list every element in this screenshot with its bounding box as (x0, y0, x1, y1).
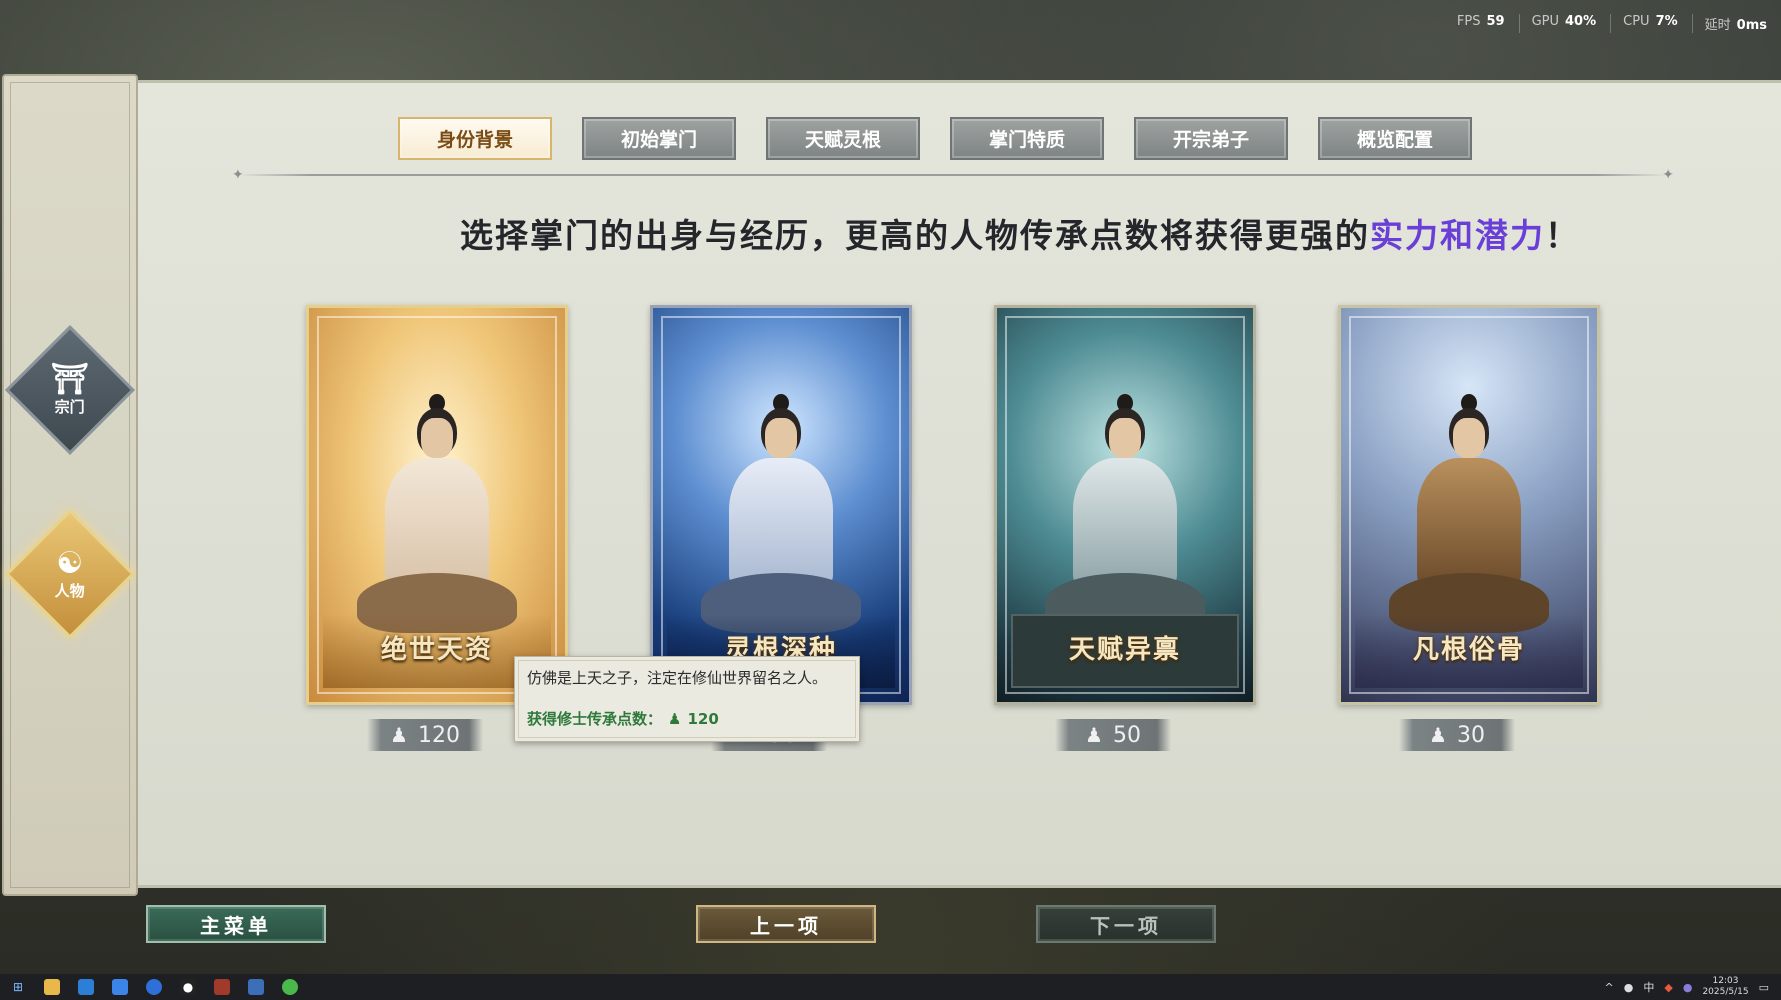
rail-button-character[interactable]: ☯ 人物 (4, 508, 136, 640)
card-points-1: ♟ 120 (367, 719, 483, 751)
document-icon[interactable] (248, 979, 264, 995)
fps-readout: FPS 59 (1456, 14, 1505, 29)
divider-ornament-left: ✦ (232, 167, 244, 183)
headline-suffix: ！ (1545, 216, 1580, 255)
tooltip-description: 仿佛是上天之子，注定在修仙世界留名之人。 (527, 669, 828, 687)
card-tooltip: 仿佛是上天之子，注定在修仙世界留名之人。 获得修士传承点数： ♟ 120 (514, 656, 860, 742)
chevron-up-icon[interactable]: ^ (1605, 981, 1614, 994)
notification-icon[interactable]: ▭ (1759, 981, 1769, 994)
card-points-4: ♟ 30 (1399, 719, 1515, 751)
tab-leader-traits[interactable]: 掌门特质 (950, 117, 1104, 160)
store-icon[interactable] (78, 979, 94, 995)
background-card-4[interactable]: 凡根俗骨 (1338, 305, 1600, 705)
headline-text: 选择掌门的出身与经历，更高的人物传承点数将获得更强的 (460, 216, 1370, 255)
tab-bar: 身份背景 初始掌门 天赋灵根 掌门特质 开宗弟子 概览配置 (398, 117, 1472, 160)
inheritance-points-icon: ♟ (1085, 723, 1103, 747)
person-icon: ☯ (56, 545, 84, 581)
security-tray-icon[interactable]: ◆ (1664, 981, 1672, 994)
main-menu-button[interactable]: 主菜单 (146, 905, 326, 943)
clock-date: 2025/5/15 (1702, 987, 1749, 997)
cpu-readout: CPU 7% (1610, 14, 1678, 33)
input-method-indicator[interactable]: 中 (1643, 979, 1654, 995)
system-clock[interactable]: 12:03 2025/5/15 (1702, 976, 1748, 998)
previous-button[interactable]: 上一项 (696, 905, 876, 943)
rail-button-sect[interactable]: ⛩ 宗门 (4, 324, 136, 456)
inheritance-points-icon: ♟ (668, 709, 682, 728)
next-button[interactable]: 下一项 (1036, 905, 1216, 943)
latency-readout: 延时 0ms (1691, 14, 1767, 33)
tooltip-points-value: 120 (687, 709, 719, 728)
tab-overview-config[interactable]: 概览配置 (1318, 117, 1472, 160)
clock-time: 12:03 (1712, 976, 1739, 986)
page-headline: 选择掌门的出身与经历，更高的人物传承点数将获得更强的实力和潜力！ (370, 209, 1670, 257)
user-tray-icon[interactable]: ● (1683, 981, 1693, 994)
headline-highlight: 实力和潜力 (1370, 216, 1545, 255)
tab-initial-leader[interactable]: 初始掌门 (582, 117, 736, 160)
rail-label-sect: 宗门 (54, 397, 85, 416)
windows-start-icon[interactable]: ⊞ (10, 979, 26, 995)
tooltip-points-row: 获得修士传承点数： ♟ 120 (527, 708, 847, 729)
background-card-3[interactable]: 天赋异禀 (994, 305, 1256, 705)
side-rail: ⛩ 宗门 ☯ 人物 (2, 74, 138, 896)
os-taskbar: ⊞ ● ^ ● 中 ◆ ● 12:03 2025/5/15 ▭ (0, 974, 1781, 1000)
inheritance-points-icon: ♟ (390, 723, 408, 747)
tooltip-points-label: 获得修士传承点数： (527, 710, 663, 728)
inheritance-points-icon: ♟ (1429, 723, 1447, 747)
background-card-2[interactable]: 灵根深种 (650, 305, 912, 705)
tab-founding-disciples[interactable]: 开宗弟子 (1134, 117, 1288, 160)
card-name: 凡根俗骨 (1412, 635, 1525, 665)
wechat-tray-icon[interactable]: ● (1624, 981, 1634, 994)
penguin-chat-icon[interactable]: ● (180, 979, 196, 995)
card-name: 天赋异禀 (1068, 635, 1181, 665)
app-icon[interactable] (112, 979, 128, 995)
tab-talent-root[interactable]: 天赋灵根 (766, 117, 920, 160)
tab-identity-background[interactable]: 身份背景 (398, 117, 552, 160)
game-app-icon[interactable] (214, 979, 230, 995)
gpu-readout: GPU 40% (1518, 14, 1596, 33)
file-explorer-icon[interactable] (44, 979, 60, 995)
browser-icon[interactable] (146, 979, 162, 995)
pagoda-icon: ⛩ (50, 361, 90, 397)
messenger-icon[interactable] (282, 979, 298, 995)
points-value: 120 (417, 722, 460, 748)
points-value: 50 (1112, 722, 1141, 748)
card-points-3: ♟ 50 (1055, 719, 1171, 751)
performance-overlay: FPS 59 GPU 40% CPU 7% 延时 0ms (1445, 14, 1767, 33)
background-card-1[interactable]: 绝世天资 (306, 305, 568, 705)
tab-divider: ✦ ✦ (232, 167, 1674, 183)
rail-label-character: 人物 (54, 581, 86, 600)
points-value: 30 (1456, 722, 1485, 748)
divider-ornament-right: ✦ (1662, 167, 1674, 183)
main-panel: 身份背景 初始掌门 天赋灵根 掌门特质 开宗弟子 概览配置 ✦ ✦ 选择掌门的出… (138, 80, 1781, 888)
